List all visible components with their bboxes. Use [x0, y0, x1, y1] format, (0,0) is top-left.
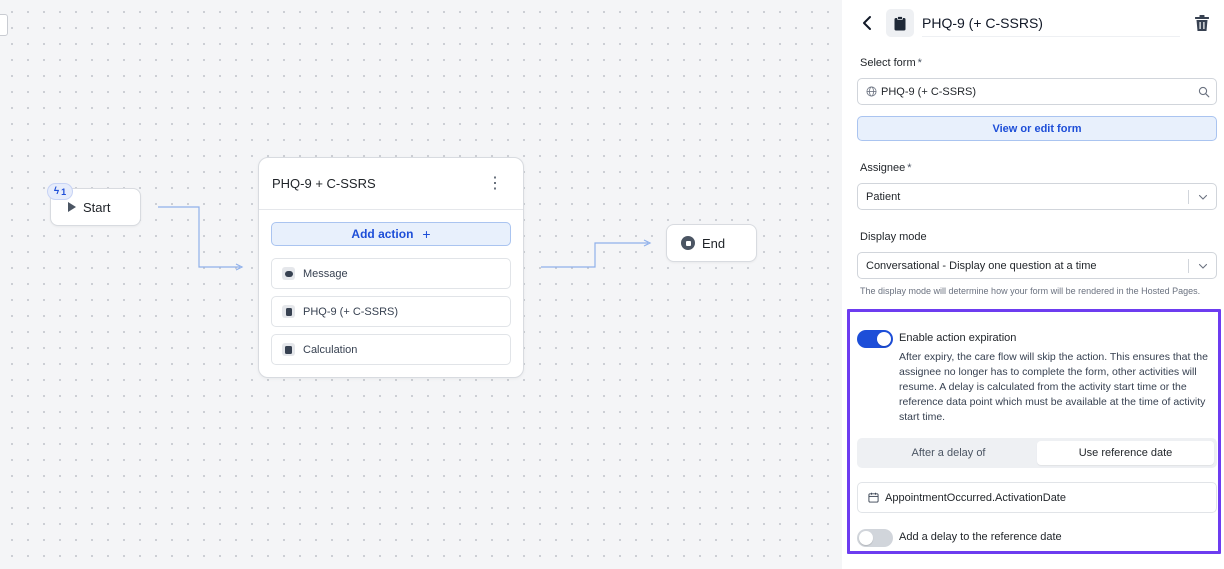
step-card[interactable]: PHQ-9 + C-SSRS ⋮ Add action + Message PH…	[258, 157, 524, 378]
end-node-label: End	[702, 235, 726, 251]
arrowhead-end	[643, 239, 652, 247]
panel-header: PHQ-9 (+ C-SSRS)	[842, 0, 1224, 46]
add-action-label: Add action	[351, 227, 414, 241]
globe-icon	[866, 86, 877, 97]
message-icon	[282, 267, 295, 280]
action-label: Message	[303, 267, 348, 280]
title-divider	[922, 36, 1180, 37]
view-edit-form-button[interactable]: View or edit form	[857, 116, 1217, 141]
action-label: Calculation	[303, 343, 358, 356]
arrowhead-step	[235, 263, 244, 271]
stop-icon	[681, 236, 695, 250]
step-title: PHQ-9 + C-SSRS	[272, 176, 376, 191]
expiration-highlight-box	[847, 309, 1221, 554]
form-icon	[282, 305, 295, 318]
step-header: PHQ-9 + C-SSRS ⋮	[259, 158, 523, 210]
chevron-down-icon	[1198, 263, 1208, 269]
calculator-icon	[282, 343, 295, 356]
chevron-down-icon	[1198, 194, 1208, 200]
trigger-badge[interactable]: ϟ 1	[47, 183, 73, 200]
flow-canvas[interactable]: Start ϟ 1 PHQ-9 + C-SSRS ⋮ Add action + …	[0, 0, 842, 569]
connection-start-to-step	[158, 206, 240, 268]
select-form-label: Select form *	[860, 57, 922, 69]
action-label: PHQ-9 (+ C-SSRS)	[303, 305, 399, 318]
select-form-value: PHQ-9 (+ C-SSRS)	[881, 85, 977, 98]
select-divider	[1188, 190, 1189, 204]
trigger-count: 1	[61, 186, 67, 197]
display-mode-helper: The display mode will determine how your…	[860, 286, 1201, 296]
back-arrow-icon[interactable]	[860, 14, 874, 32]
play-icon	[68, 202, 76, 212]
assignee-label: Assignee *	[860, 162, 912, 174]
canvas-toolbar-edge	[0, 14, 8, 36]
start-node-label: Start	[83, 199, 111, 215]
search-icon[interactable]	[1198, 86, 1210, 98]
assignee-select[interactable]: Patient	[857, 183, 1217, 210]
connection-step-to-end	[541, 242, 648, 268]
assignee-value: Patient	[866, 190, 901, 203]
select-form-input[interactable]: PHQ-9 (+ C-SSRS)	[857, 78, 1217, 105]
action-item-form[interactable]: PHQ-9 (+ C-SSRS)	[271, 296, 511, 327]
select-form-label-text: Select form	[860, 57, 916, 69]
display-mode-label: Display mode	[860, 231, 927, 243]
action-item-calculation[interactable]: Calculation	[271, 334, 511, 365]
display-mode-select[interactable]: Conversational - Display one question at…	[857, 252, 1217, 279]
lightning-icon: ϟ	[53, 185, 60, 197]
required-mark: *	[917, 57, 922, 69]
action-item-message[interactable]: Message	[271, 258, 511, 289]
select-divider	[1188, 259, 1189, 273]
display-mode-value: Conversational - Display one question at…	[866, 259, 1097, 272]
panel-title: PHQ-9 (+ C-SSRS)	[922, 15, 1043, 31]
required-mark: *	[907, 162, 912, 174]
trash-icon[interactable]	[1194, 14, 1210, 32]
more-options-icon[interactable]: ⋮	[487, 175, 503, 192]
form-type-icon	[886, 9, 914, 37]
clipboard-icon	[894, 15, 906, 30]
end-node[interactable]: End	[666, 224, 757, 262]
add-action-button[interactable]: Add action +	[271, 222, 511, 246]
assignee-label-text: Assignee	[860, 162, 906, 174]
plus-icon: +	[422, 226, 431, 242]
